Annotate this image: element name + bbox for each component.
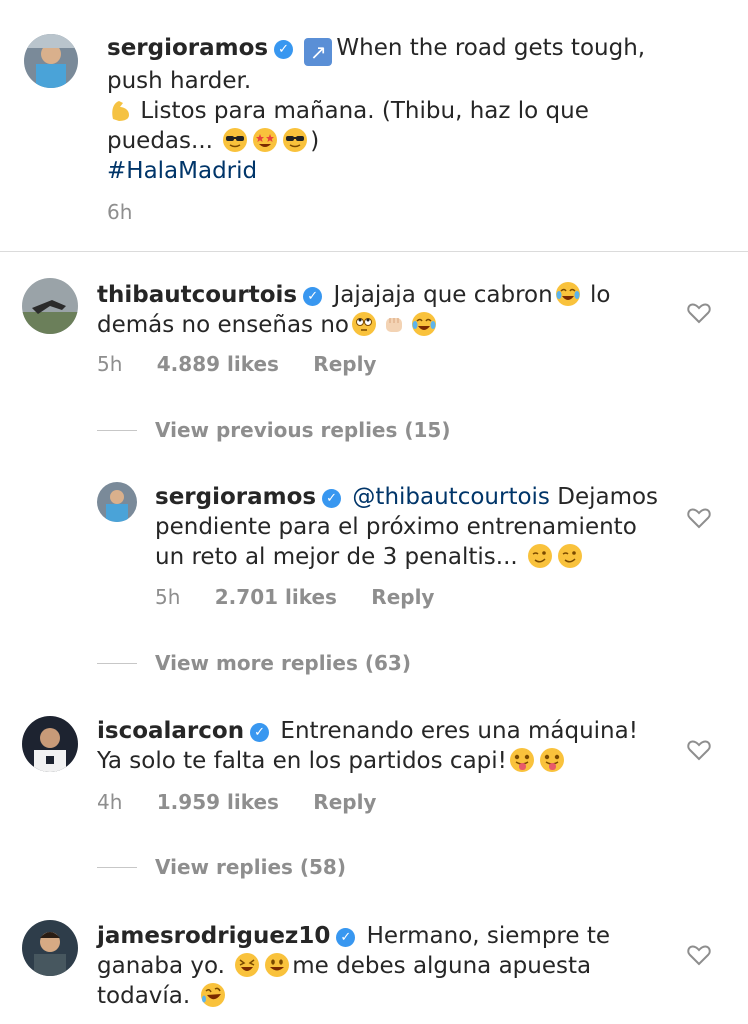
comment-username[interactable]: iscoalarcon xyxy=(97,718,244,744)
comment-text: iscoalarcon ✓ Entrenando eres una máquina… xyxy=(97,716,677,776)
avatar[interactable] xyxy=(22,278,78,334)
reply-button[interactable]: Reply xyxy=(371,585,434,609)
flexed-biceps-emoji-icon xyxy=(107,97,133,123)
view-replies-button[interactable]: View more replies (63) xyxy=(155,651,411,675)
comment-line: Dejamos xyxy=(557,484,659,510)
comment-likes[interactable]: 1.959 likes xyxy=(157,790,279,814)
comment-time: 5h xyxy=(155,585,181,609)
caption-line: push harder. xyxy=(107,68,252,94)
heart-outline-icon[interactable] xyxy=(686,738,712,762)
comment-meta: 5h 2.701 likes Reply xyxy=(155,585,462,609)
comment-line: Ya solo te falta en los partidos capi! xyxy=(97,748,507,774)
comment-meta: 4h 1.959 likes Reply xyxy=(97,790,404,814)
mention-link[interactable]: @thibautcourtois xyxy=(352,484,550,510)
sunglasses-emoji-icon xyxy=(282,127,308,153)
fist-emoji-icon xyxy=(381,311,407,337)
avatar[interactable] xyxy=(22,920,78,976)
caption-text: sergioramos ✓ ↗ When the road gets tough, … xyxy=(107,33,727,186)
replies-divider xyxy=(97,663,137,664)
grinning-emoji-icon xyxy=(264,952,290,978)
caption-line: puedas... xyxy=(107,128,213,154)
reply-button[interactable]: Reply xyxy=(313,352,376,376)
view-replies-button[interactable]: View previous replies (15) xyxy=(155,418,450,442)
comment-time: 5h xyxy=(97,352,123,376)
verified-badge-icon: ✓ xyxy=(274,40,294,59)
caption-line: ) xyxy=(310,128,320,154)
comment-time: 4h xyxy=(97,790,123,814)
comment-line: Entrenando eres una máquina! xyxy=(280,718,638,744)
view-replies-button[interactable]: View replies (58) xyxy=(155,855,346,879)
verified-badge-icon: ✓ xyxy=(250,723,270,742)
comment-username[interactable]: sergioramos xyxy=(155,484,316,510)
verified-badge-icon: ✓ xyxy=(336,928,356,947)
comment-line: lo xyxy=(589,282,611,308)
comment-line: todavía. xyxy=(97,983,191,1009)
comment-likes[interactable]: 4.889 likes xyxy=(157,352,279,376)
comment-line: demás no enseñas no xyxy=(97,312,349,338)
comment-username[interactable]: thibautcourtois xyxy=(97,282,297,308)
replies-divider xyxy=(97,430,137,431)
reply-button[interactable]: Reply xyxy=(313,790,376,814)
comment-line: me debes alguna apuesta xyxy=(292,953,592,979)
heart-outline-icon[interactable] xyxy=(686,301,712,325)
laughing-emoji-icon xyxy=(234,952,260,978)
eye-roll-emoji-icon xyxy=(351,311,377,337)
verified-badge-icon: ✓ xyxy=(322,489,342,508)
comment-line: un reto al mejor de 3 penaltis... xyxy=(155,544,518,570)
comment-text: jamesrodriguez10 ✓ Hermano, siempre te ga… xyxy=(97,921,677,1011)
avatar[interactable] xyxy=(97,482,137,522)
heart-outline-icon[interactable] xyxy=(686,943,712,967)
comment-text: sergioramos ✓ @thibautcourtois Dejamos pe… xyxy=(155,482,675,572)
caption-line: Listos para mañana. (Thibu, haz lo que xyxy=(140,98,589,124)
sunglasses-emoji-icon xyxy=(222,127,248,153)
wink-emoji-icon xyxy=(557,543,583,569)
arrow-emoji-icon: ↗ xyxy=(304,38,333,66)
zany-tongue-emoji-icon xyxy=(509,747,535,773)
star-struck-emoji-icon xyxy=(252,127,278,153)
tears-of-joy-emoji-icon xyxy=(555,281,581,307)
comment-line: ganaba yo. xyxy=(97,953,225,979)
caption-line: When the road gets tough, xyxy=(336,35,646,61)
caption-username[interactable]: sergioramos xyxy=(107,35,268,61)
comment-line: Hermano, siempre te xyxy=(366,923,611,949)
hashtag-link[interactable]: #HalaMadrid xyxy=(107,156,727,186)
caption-time: 6h xyxy=(107,200,133,224)
comment-meta: 5h 4.889 likes Reply xyxy=(97,352,404,376)
avatar[interactable] xyxy=(24,34,78,88)
comment-line: pendiente para el próximo entrenamiento xyxy=(155,514,637,540)
post-caption: sergioramos ✓ ↗ When the road gets tough, … xyxy=(0,0,748,252)
avatar[interactable] xyxy=(22,716,78,772)
comment-username[interactable]: jamesrodriguez10 xyxy=(97,923,330,949)
rofl-emoji-icon xyxy=(200,982,226,1008)
tears-of-joy-emoji-icon xyxy=(411,311,437,337)
verified-badge-icon: ✓ xyxy=(303,287,323,306)
replies-divider xyxy=(97,867,137,868)
comment-likes[interactable]: 2.701 likes xyxy=(215,585,337,609)
comment-text: thibautcourtois ✓ Jajajaja que cabron lo … xyxy=(97,280,677,340)
zany-tongue-emoji-icon xyxy=(539,747,565,773)
comment-line: Jajajaja que cabron xyxy=(333,282,553,308)
heart-outline-icon[interactable] xyxy=(686,506,712,530)
wink-emoji-icon xyxy=(527,543,553,569)
